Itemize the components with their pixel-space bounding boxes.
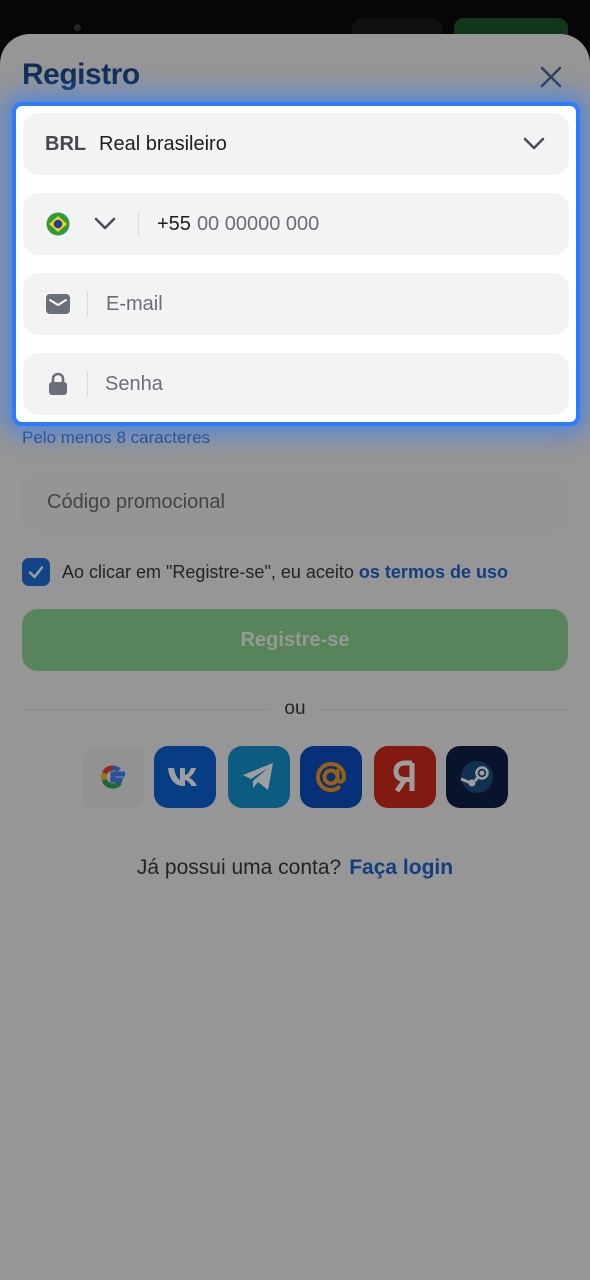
lock-icon	[49, 372, 67, 395]
phone-code: +55	[157, 212, 191, 235]
phone-field[interactable]: +55 00 00000 000	[23, 193, 569, 255]
email-field[interactable]: E-mail	[23, 273, 569, 335]
country-picker[interactable]	[46, 212, 116, 236]
password-placeholder: Senha	[105, 372, 163, 395]
password-field[interactable]: Senha	[23, 353, 569, 415]
currency-select[interactable]: BRL Real brasileiro	[23, 113, 569, 175]
currency-name: Real brasileiro	[99, 132, 227, 155]
highlighted-form-group: BRL Real brasileiro +55 00 00000 000 E-m…	[12, 102, 580, 426]
email-placeholder: E-mail	[106, 292, 163, 315]
brazil-flag-icon	[46, 212, 70, 236]
field-separator	[138, 211, 139, 237]
field-separator	[87, 371, 88, 397]
phone-placeholder: 00 00000 000	[196, 212, 320, 235]
currency-code: BRL	[45, 132, 87, 155]
envelope-icon	[46, 294, 70, 314]
field-separator	[87, 291, 88, 317]
chevron-down-icon	[94, 217, 116, 230]
chevron-down-icon	[523, 137, 545, 150]
